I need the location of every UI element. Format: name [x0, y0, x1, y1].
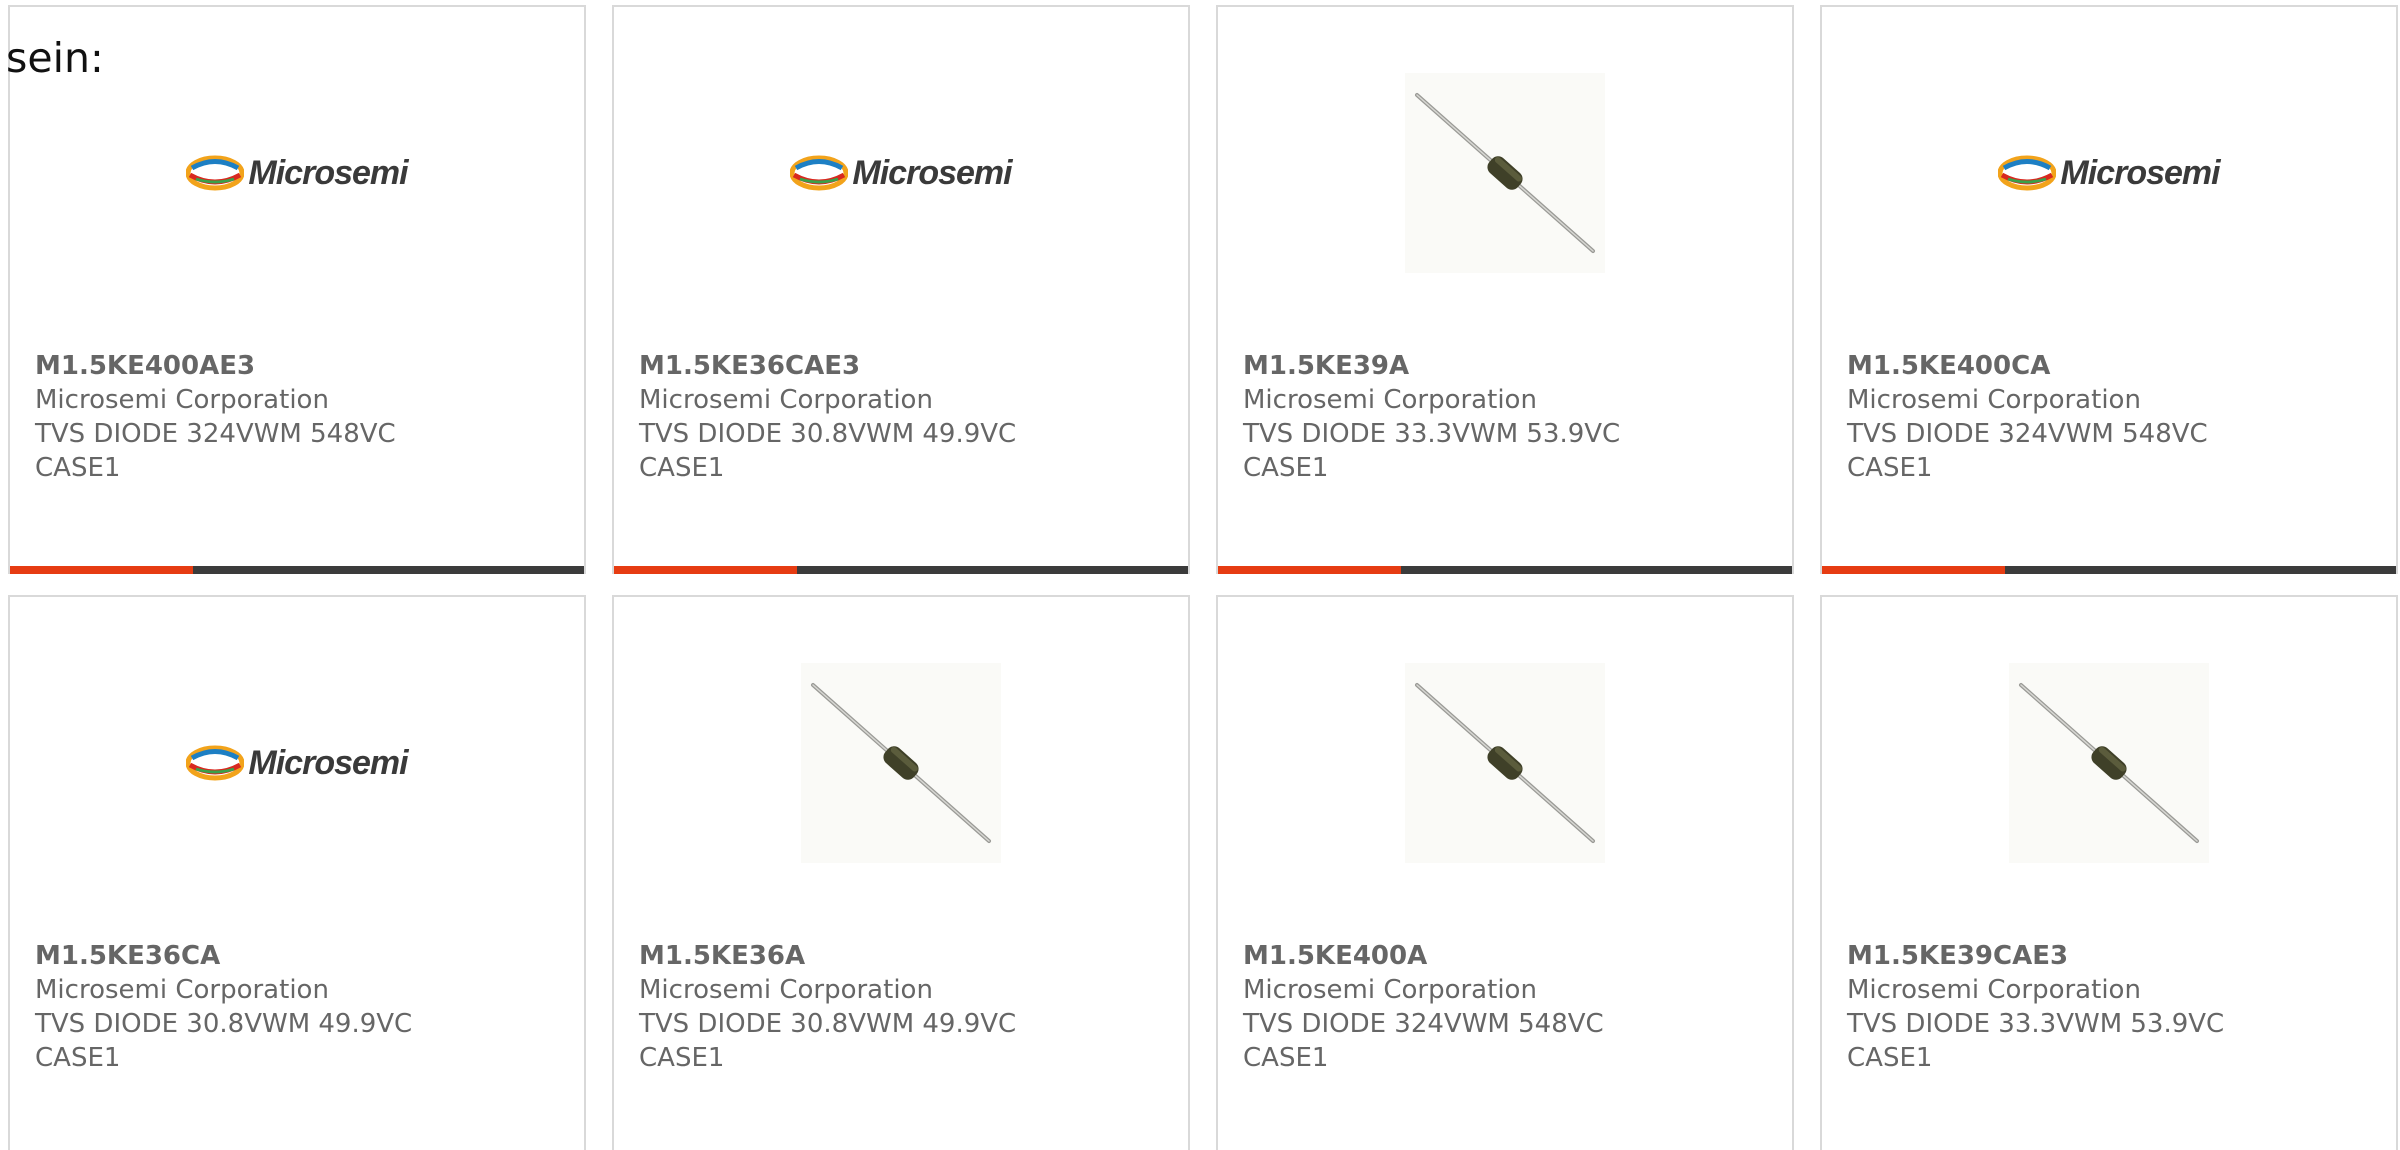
package: CASE1 — [1243, 453, 1329, 483]
package: CASE1 — [35, 1043, 121, 1073]
microsemi-logo: Microsemi — [186, 743, 409, 783]
diode-photo — [1405, 73, 1605, 273]
intro-text: sein: — [6, 34, 104, 82]
card-accent-segment — [1822, 566, 2005, 574]
product-card[interactable]: Microsemi M1.5KE400CA Microsemi Corporat… — [1820, 5, 2398, 574]
microsemi-logo: Microsemi — [186, 153, 409, 193]
description: TVS DIODE 30.8VWM 49.9VC — [35, 1009, 413, 1039]
diode-photo — [1405, 663, 1605, 863]
microsemi-logo: Microsemi — [1998, 153, 2221, 193]
diode-icon — [1415, 683, 1595, 843]
microsemi-swirl-icon — [1998, 155, 2057, 191]
manufacturer: Microsemi Corporation — [35, 385, 329, 415]
diode-photo — [801, 663, 1001, 863]
manufacturer: Microsemi Corporation — [1847, 385, 2141, 415]
part-number[interactable]: M1.5KE36A — [639, 939, 1168, 973]
product-card[interactable]: M1.5KE36A Microsemi Corporation TVS DIOD… — [612, 595, 1190, 1150]
product-card[interactable]: M1.5KE39A Microsemi Corporation TVS DIOD… — [1216, 5, 1794, 574]
part-number[interactable]: M1.5KE36CAE3 — [639, 349, 1168, 383]
manufacturer: Microsemi Corporation — [1243, 975, 1537, 1005]
card-accent-bar — [1218, 566, 1792, 574]
microsemi-swirl-icon — [790, 155, 849, 191]
product-info: M1.5KE400A Microsemi Corporation TVS DIO… — [1243, 939, 1772, 1075]
part-number[interactable]: M1.5KE36CA — [35, 939, 564, 973]
description: TVS DIODE 30.8VWM 49.9VC — [639, 419, 1017, 449]
package: CASE1 — [1847, 1043, 1933, 1073]
product-image — [1218, 663, 1792, 863]
product-info: M1.5KE39CAE3 Microsemi Corporation TVS D… — [1847, 939, 2376, 1075]
card-accent-segment — [614, 566, 797, 574]
part-number[interactable]: M1.5KE400A — [1243, 939, 1772, 973]
product-card[interactable]: Microsemi M1.5KE36CAE3 Microsemi Corpora… — [612, 5, 1190, 574]
package: CASE1 — [35, 453, 121, 483]
card-accent-segment — [1218, 566, 1401, 574]
product-image: Microsemi — [614, 73, 1188, 273]
product-info: M1.5KE400AE3 Microsemi Corporation TVS D… — [35, 349, 564, 485]
product-info: M1.5KE36CA Microsemi Corporation TVS DIO… — [35, 939, 564, 1075]
part-number[interactable]: M1.5KE39A — [1243, 349, 1772, 383]
package: CASE1 — [1243, 1043, 1329, 1073]
diode-icon — [1415, 93, 1595, 253]
product-card[interactable]: Microsemi M1.5KE36CA Microsemi Corporati… — [8, 595, 586, 1150]
product-info: M1.5KE36CAE3 Microsemi Corporation TVS D… — [639, 349, 1168, 485]
manufacturer: Microsemi Corporation — [639, 385, 933, 415]
product-info: M1.5KE400CA Microsemi Corporation TVS DI… — [1847, 349, 2376, 485]
part-number[interactable]: M1.5KE400AE3 — [35, 349, 564, 383]
description: TVS DIODE 324VWM 548VC — [35, 419, 396, 449]
product-image: Microsemi — [1822, 73, 2396, 273]
product-grid-page: sein: Microsemi M1.5KE400AE3 Microsemi C… — [0, 0, 2400, 1150]
description: TVS DIODE 324VWM 548VC — [1847, 419, 2208, 449]
diode-icon — [811, 683, 991, 843]
product-image — [614, 663, 1188, 863]
description: TVS DIODE 33.3VWM 53.9VC — [1243, 419, 1621, 449]
part-number[interactable]: M1.5KE39CAE3 — [1847, 939, 2376, 973]
product-card[interactable]: M1.5KE39CAE3 Microsemi Corporation TVS D… — [1820, 595, 2398, 1150]
description: TVS DIODE 33.3VWM 53.9VC — [1847, 1009, 2225, 1039]
product-image — [1822, 663, 2396, 863]
diode-photo — [2009, 663, 2209, 863]
part-number[interactable]: M1.5KE400CA — [1847, 349, 2376, 383]
card-accent-segment — [10, 566, 193, 574]
logo-wordmark: Microsemi — [852, 153, 1012, 192]
package: CASE1 — [639, 453, 725, 483]
product-card[interactable]: M1.5KE400A Microsemi Corporation TVS DIO… — [1216, 595, 1794, 1150]
card-accent-bar — [614, 566, 1188, 574]
description: TVS DIODE 324VWM 548VC — [1243, 1009, 1604, 1039]
microsemi-swirl-icon — [186, 155, 245, 191]
microsemi-logo: Microsemi — [790, 153, 1013, 193]
product-info: M1.5KE39A Microsemi Corporation TVS DIOD… — [1243, 349, 1772, 485]
product-image — [1218, 73, 1792, 273]
logo-wordmark: Microsemi — [248, 153, 408, 192]
manufacturer: Microsemi Corporation — [1243, 385, 1537, 415]
microsemi-swirl-icon — [186, 745, 245, 781]
product-card[interactable]: Microsemi M1.5KE400AE3 Microsemi Corpora… — [8, 5, 586, 574]
card-accent-bar — [10, 566, 584, 574]
product-image: Microsemi — [10, 73, 584, 273]
manufacturer: Microsemi Corporation — [1847, 975, 2141, 1005]
description: TVS DIODE 30.8VWM 49.9VC — [639, 1009, 1017, 1039]
logo-wordmark: Microsemi — [248, 743, 408, 782]
product-info: M1.5KE36A Microsemi Corporation TVS DIOD… — [639, 939, 1168, 1075]
package: CASE1 — [1847, 453, 1933, 483]
manufacturer: Microsemi Corporation — [639, 975, 933, 1005]
diode-icon — [2019, 683, 2199, 843]
card-accent-bar — [1822, 566, 2396, 574]
product-image: Microsemi — [10, 663, 584, 863]
manufacturer: Microsemi Corporation — [35, 975, 329, 1005]
logo-wordmark: Microsemi — [2060, 153, 2220, 192]
package: CASE1 — [639, 1043, 725, 1073]
